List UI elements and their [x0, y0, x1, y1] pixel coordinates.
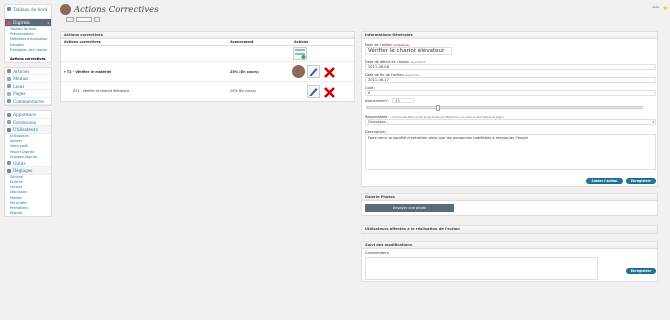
menu-settings[interactable]: Réglages — [5, 167, 51, 175]
page-icon — [7, 91, 11, 96]
subtask-progress: 25% (En cours) — [230, 89, 256, 93]
action-name-input[interactable]: Vérifier le chariot élévateur — [365, 46, 452, 55]
menu-articles[interactable]: Articles — [5, 68, 51, 76]
cost-label: Coût : — [365, 85, 376, 90]
delete-icon[interactable] — [322, 84, 335, 98]
end-date-input[interactable]: 2011-06-17 — [365, 76, 656, 83]
responsible-select[interactable]: Choisissez... ▾ — [365, 118, 656, 125]
add-action-icon[interactable] — [293, 47, 307, 60]
toolbar-button[interactable] — [66, 17, 74, 22]
menu-extensions[interactable]: Extensions — [5, 119, 51, 127]
required-note: (obligatoire) — [393, 43, 410, 47]
panel-title: Informations Générales — [362, 32, 657, 39]
toolbar-slider[interactable] — [76, 17, 92, 22]
menu-users[interactable]: Utilisateurs — [5, 126, 51, 134]
comment-textarea[interactable] — [365, 257, 598, 280]
settings-icon — [7, 168, 11, 173]
progress-slider-track[interactable] — [366, 105, 643, 111]
save-button[interactable]: Enregistrer — [626, 268, 656, 274]
user-assign-icon[interactable] — [292, 65, 305, 78]
dashboard-icon — [7, 7, 11, 11]
actions-list-panel: Actions correctives Actions correctives … — [60, 31, 355, 102]
column-header: Actions correctives — [64, 40, 101, 44]
panel-title: Galerie Photos — [362, 194, 657, 201]
main-content: Actions Correctives Aide ★ Actions corre… — [58, 0, 670, 320]
panel-title: Suivi des modifications — [362, 242, 657, 249]
digirisk-logo-icon — [60, 4, 71, 15]
photo-gallery-panel: Galerie Photos Envoyer une photo — [361, 193, 658, 216]
menu-group-dashboard: Tableau de bord Digirisk ▾ Tableau de bor… — [4, 4, 52, 63]
menu-group-content: Articles Médias Liens Pages Commentaires — [4, 66, 52, 107]
column-header: Avancement — [230, 40, 254, 44]
submenu-item-current[interactable]: Actions correctives — [5, 57, 51, 62]
delete-icon[interactable] — [322, 65, 335, 78]
users-icon — [7, 127, 11, 132]
menu-dashboard[interactable]: Tableau de bord — [5, 5, 51, 19]
today-link[interactable]: Aujourd'hui — [411, 61, 426, 64]
menu-medias[interactable]: Médias — [5, 75, 51, 83]
change-tracking-panel: Suivi des modifications Commentaire Enre… — [361, 241, 658, 282]
menu-pages[interactable]: Pages — [5, 90, 51, 98]
start-date-input[interactable]: 2011-06-08 — [365, 63, 656, 70]
description-label: Description : — [365, 129, 388, 134]
subtask-name: ST1 - Vérifier le chariot élévateur — [73, 89, 130, 93]
end-date-label: Date de fin de l'action — [365, 72, 404, 77]
responsible-label: Responsable : — [365, 114, 390, 119]
page-title: Actions Correctives — [74, 4, 159, 15]
comment-label: Commentaire — [365, 250, 389, 255]
plugin-icon — [7, 120, 11, 125]
menu-links[interactable]: Liens — [5, 83, 51, 91]
collapse-arrow-icon[interactable]: ▾ — [47, 21, 49, 25]
assigned-users-panel: Utilisateurs affectés à la réalisation d… — [361, 225, 658, 234]
general-info-panel: Informations Générales Nom de l'action (… — [361, 31, 658, 187]
today-link[interactable]: Aujourd'hui — [405, 74, 420, 77]
admin-sidebar: Tableau de bord Digirisk ▾ Tableau de bor… — [4, 4, 52, 316]
mini-toolbar — [66, 17, 100, 22]
cost-input[interactable]: 0 — [365, 89, 656, 96]
progress-label: Avancement : — [365, 98, 390, 103]
panel-title: Utilisateurs affectés à la réalisation d… — [362, 226, 657, 233]
table-row[interactable]: ▾ T2 - Vérifier le matériel 25% (En cour… — [61, 62, 354, 82]
task-progress: 25% (En cours) — [230, 69, 259, 74]
panel-title: Actions correctives — [61, 32, 354, 39]
start-date-label: Date de début de l'action — [365, 59, 410, 64]
menu-comments[interactable]: Commentaires — [5, 98, 51, 106]
menu-tools[interactable]: Outils — [5, 160, 51, 168]
submenu-item[interactable]: Évaluation des risques — [5, 48, 51, 57]
edit-icon[interactable] — [307, 65, 320, 78]
solder-action-button[interactable]: Solder l'action — [586, 178, 623, 184]
progress-slider-handle[interactable] — [435, 105, 440, 111]
link-icon — [7, 84, 11, 89]
table-row[interactable]: ST1 - Vérifier le chariot élévateur 25% … — [61, 82, 354, 100]
digirisk-icon — [7, 20, 11, 25]
select-arrow-icon: ▾ — [652, 119, 654, 124]
table-row-empty — [61, 46, 354, 62]
column-header: Actions — [294, 39, 309, 44]
responsible-hint: ( Vous pouvez définir ce lien et des cho… — [390, 115, 504, 119]
star-icon: ★ — [662, 5, 668, 12]
help-link[interactable]: Aide — [652, 5, 659, 9]
menu-group-admin: Apparence Extensions Utilisateurs Utilis… — [4, 110, 52, 218]
name-label: Nom de l'action — [365, 42, 393, 47]
page-header: Actions Correctives — [60, 4, 159, 15]
tools-icon — [7, 161, 11, 166]
comment-icon — [7, 99, 11, 104]
description-textarea[interactable]: Faire venir la société d'entretien ainsi… — [365, 133, 656, 170]
upload-photo-button[interactable]: Envoyer une photo — [365, 204, 454, 212]
progress-input[interactable]: 25 — [392, 98, 415, 103]
table-header: Actions correctives Avancement Actions — [61, 39, 354, 46]
menu-digirisk[interactable]: Digirisk ▾ — [5, 19, 51, 27]
edit-icon[interactable] — [307, 84, 320, 98]
media-icon — [7, 76, 11, 81]
submenu-item[interactable]: Digirisk — [5, 211, 51, 216]
submenu-item[interactable]: Méthodes d'évaluation — [5, 37, 51, 42]
task-name: T2 - Vérifier le matériel — [66, 69, 112, 74]
toolbar-button[interactable] — [94, 17, 100, 22]
brush-icon — [7, 112, 11, 117]
pin-icon — [7, 69, 11, 74]
save-button[interactable]: Enregistrer — [626, 178, 656, 184]
menu-appearance[interactable]: Apparence — [5, 111, 51, 119]
